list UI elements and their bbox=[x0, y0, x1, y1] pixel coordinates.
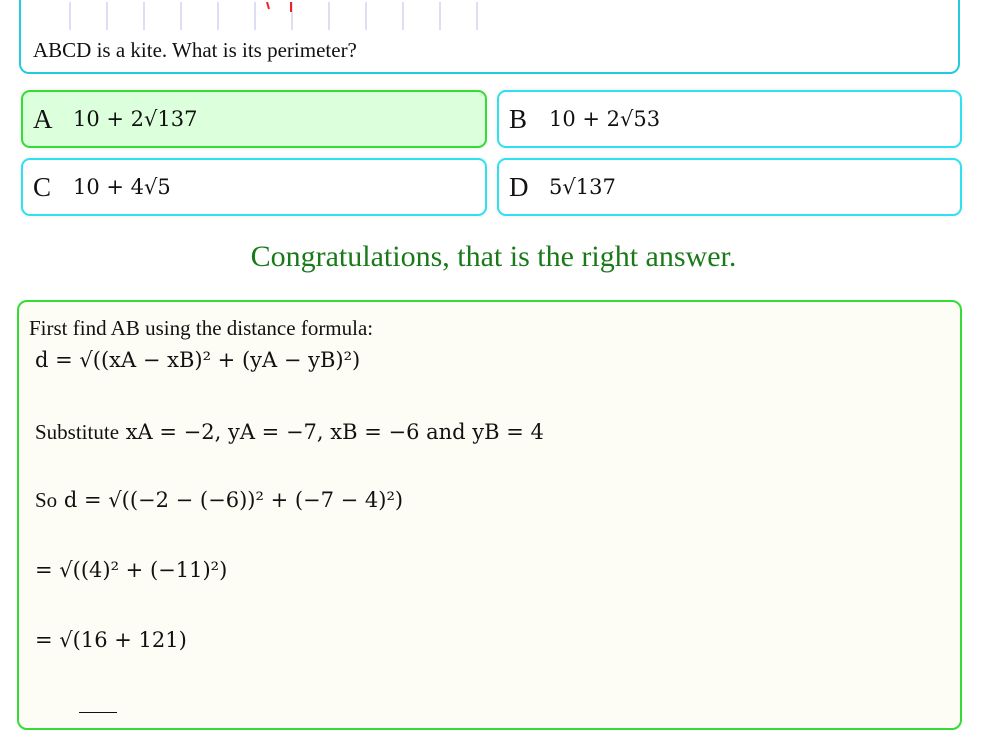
step-2: = √((4)² + (−11)²) bbox=[35, 558, 228, 582]
step-4-partial bbox=[35, 694, 117, 718]
option-b[interactable]: B 10 + 2√53 bbox=[497, 90, 962, 148]
question-text: ABCD is a kite. What is its perimeter? bbox=[33, 38, 357, 62]
option-value: 10 + 4√5 bbox=[73, 175, 171, 199]
option-value: 5√137 bbox=[549, 175, 616, 199]
solution-intro: First find AB using the distance formula… bbox=[29, 316, 374, 340]
option-letter: B bbox=[509, 103, 528, 134]
feedback-message: Congratulations, that is the right answe… bbox=[250, 240, 737, 273]
step-1-expression: d = √((−2 − (−6))² + (−7 − 4)²) bbox=[63, 488, 404, 512]
option-d[interactable]: D 5√137 bbox=[497, 158, 962, 216]
step-1: So d = √((−2 − (−6))² + (−7 − 4)²) bbox=[35, 488, 403, 513]
distance-formula: d = √((xA − xB)² + (yA − yB)²) bbox=[35, 348, 361, 372]
option-letter: D bbox=[509, 171, 529, 202]
graph-fragment bbox=[69, 1, 478, 30]
solution-panel: First find AB using the distance formula… bbox=[17, 300, 962, 730]
option-value: 10 + 2√137 bbox=[73, 107, 198, 131]
substitute-values: xA = −2, yA = −7, xB = −6 and yB = 4 bbox=[125, 420, 544, 444]
substitute-word: Substitute bbox=[35, 420, 120, 444]
step-3: = √(16 + 121) bbox=[35, 628, 187, 652]
option-c[interactable]: C 10 + 4√5 bbox=[21, 158, 487, 216]
substitute-line: Substitute xA = −2, yA = −7, xB = −6 and… bbox=[35, 420, 544, 445]
option-letter: A bbox=[33, 103, 53, 134]
option-letter: C bbox=[33, 171, 52, 202]
option-a[interactable]: A 10 + 2√137 bbox=[21, 90, 487, 148]
question-card: ABCD is a kite. What is its perimeter? bbox=[19, 0, 960, 74]
so-word: So bbox=[35, 488, 58, 512]
option-value: 10 + 2√53 bbox=[549, 107, 661, 131]
